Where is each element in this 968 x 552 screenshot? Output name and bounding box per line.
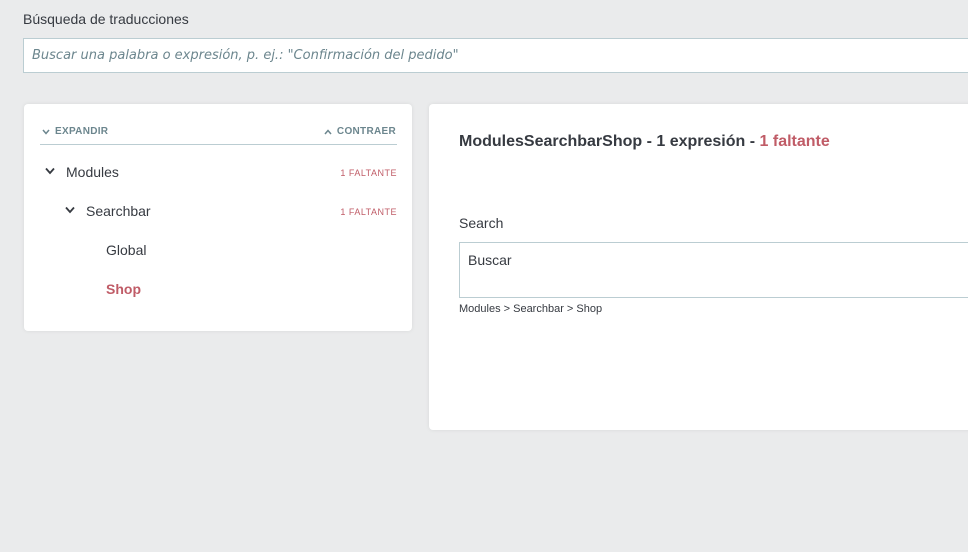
tree-node-label-active: Shop [106, 281, 141, 297]
tree-node-searchbar[interactable]: Searchbar 1 FALTANTE [24, 200, 412, 224]
chevron-up-icon [324, 128, 332, 134]
chevron-down-icon[interactable] [45, 167, 55, 175]
missing-badge: 1 FALTANTE [340, 207, 397, 217]
translation-path: Modules > Searchbar > Shop [459, 303, 603, 315]
missing-badge: 1 FALTANTE [340, 168, 397, 178]
tree-node-label: Global [106, 242, 147, 258]
translation-detail-panel: ModulesSearchbarShop - 1 expresión - 1 f… [429, 104, 968, 430]
collapse-all-button[interactable]: CONTRAER [324, 126, 396, 137]
detail-title-main: ModulesSearchbarShop - 1 expresión - [459, 133, 760, 150]
expand-all-button[interactable]: EXPANDIR [42, 126, 108, 137]
translation-field-label: Search [459, 215, 504, 231]
tree-node-label: Searchbar [86, 203, 151, 219]
translation-tree-panel: EXPANDIR CONTRAER Modules 1 FALTANTE Sea… [24, 104, 412, 331]
collapse-all-label: CONTRAER [336, 126, 396, 137]
tree-node-shop[interactable]: Shop [24, 278, 412, 302]
search-label: Búsqueda de traducciones [23, 11, 189, 27]
expand-all-label: EXPANDIR [55, 126, 109, 137]
tree-node-label: Modules [66, 164, 119, 180]
search-input[interactable] [23, 38, 968, 73]
detail-title: ModulesSearchbarShop - 1 expresión - 1 f… [459, 133, 830, 151]
translation-textarea[interactable]: Buscar [459, 242, 968, 298]
chevron-down-icon[interactable] [65, 206, 75, 214]
tree-controls: EXPANDIR CONTRAER [40, 124, 397, 145]
tree-node-global[interactable]: Global [24, 239, 412, 263]
chevron-down-icon [42, 129, 50, 135]
tree-node-modules[interactable]: Modules 1 FALTANTE [24, 161, 412, 185]
detail-title-missing: 1 faltante [759, 133, 830, 150]
